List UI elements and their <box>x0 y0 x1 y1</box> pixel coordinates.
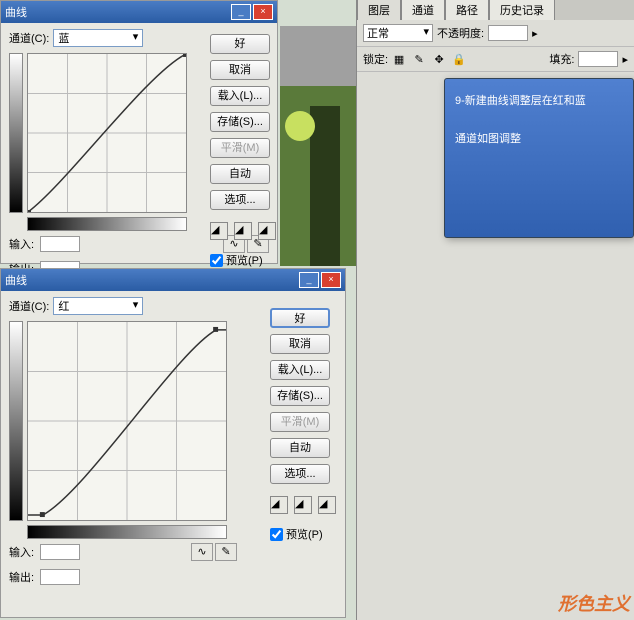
fill-label: 填充: <box>549 51 574 67</box>
tab-layers[interactable]: 图层 <box>357 0 401 20</box>
curve-canvas[interactable] <box>27 321 227 521</box>
gradient-horizontal <box>27 525 227 539</box>
lock-all-icon[interactable]: 🔒 <box>452 52 466 66</box>
lock-fill-row: 锁定: ▦ ✎ ✥ 🔒 填充: ▸ <box>357 47 634 72</box>
input-label: 输入: <box>9 236 34 252</box>
annotation-line2: 通道如图调整 <box>455 131 623 149</box>
titlebar[interactable]: 曲线 _ × <box>1 269 345 291</box>
preview-checkbox-input[interactable] <box>210 254 223 267</box>
eyedropper-white-icon[interactable]: ◢ <box>318 496 336 514</box>
save-button[interactable]: 存储(S)... <box>270 386 330 406</box>
options-button[interactable]: 选项... <box>210 190 270 210</box>
preview-checkbox[interactable]: 预览(P) <box>270 526 336 542</box>
fill-slider-icon[interactable]: ▸ <box>622 53 628 66</box>
annotation-overlay: 9-新建曲线调整层在红和蓝 通道如图调整 <box>444 78 634 238</box>
output-row: 输出: <box>1 565 345 589</box>
channel-select[interactable]: 红 ▾ <box>53 297 143 315</box>
input-field[interactable] <box>40 236 80 252</box>
blend-mode-select[interactable]: 正常 ▾ <box>363 24 433 42</box>
blend-opacity-row: 正常 ▾ 不透明度: ▸ <box>357 20 634 47</box>
input-label: 输入: <box>9 544 34 560</box>
dialog-title: 曲线 <box>5 272 27 288</box>
output-field[interactable] <box>40 569 80 585</box>
close-btn[interactable]: × <box>253 4 273 20</box>
fill-input[interactable] <box>578 51 618 67</box>
ok-button[interactable]: 好 <box>210 34 270 54</box>
ok-button[interactable]: 好 <box>270 308 330 328</box>
lock-label: 锁定: <box>363 51 388 67</box>
smooth-button: 平滑(M) <box>270 412 330 432</box>
curve-tool-buttons: ∿ ✎ <box>191 543 237 561</box>
dialog2-side-buttons: 好 取消 载入(L)... 存储(S)... 平滑(M) 自动 选项... ◢ … <box>270 308 336 542</box>
smooth-button: 平滑(M) <box>210 138 270 158</box>
minimize-btn[interactable]: _ <box>231 4 251 20</box>
panel-tabs: 图层 通道 路径 历史记录 <box>357 0 634 20</box>
auto-button[interactable]: 自动 <box>270 438 330 458</box>
channel-label: 通道(C): <box>9 30 49 46</box>
load-button[interactable]: 载入(L)... <box>210 86 270 106</box>
gradient-horizontal <box>27 217 187 231</box>
pencil-tool[interactable]: ✎ <box>215 543 237 561</box>
window-controls: _ × <box>299 272 341 288</box>
titlebar[interactable]: 曲线 _ × <box>1 1 277 23</box>
opacity-slider-icon[interactable]: ▸ <box>532 27 538 40</box>
window-controls: _ × <box>231 4 273 20</box>
opacity-label: 不透明度: <box>437 25 484 41</box>
preview-checkbox-input[interactable] <box>270 528 283 541</box>
eyedropper-black-icon[interactable]: ◢ <box>270 496 288 514</box>
eyedropper-row: ◢ ◢ ◢ <box>270 496 336 514</box>
cancel-button[interactable]: 取消 <box>270 334 330 354</box>
cancel-button[interactable]: 取消 <box>210 60 270 80</box>
tab-channels[interactable]: 通道 <box>401 0 445 20</box>
lock-position-icon[interactable]: ✥ <box>432 52 446 66</box>
gradient-vertical <box>9 53 23 213</box>
eyedropper-gray-icon[interactable]: ◢ <box>294 496 312 514</box>
channel-label: 通道(C): <box>9 298 49 314</box>
preview-checkbox[interactable]: 预览(P) <box>210 252 276 268</box>
dialog-title: 曲线 <box>5 4 27 20</box>
tab-paths[interactable]: 路径 <box>445 0 489 20</box>
watermark-main: 形色主义 <box>558 590 630 616</box>
options-button[interactable]: 选项... <box>270 464 330 484</box>
save-button[interactable]: 存储(S)... <box>210 112 270 132</box>
channel-select[interactable]: 蓝 ▾ <box>53 29 143 47</box>
input-field[interactable] <box>40 544 80 560</box>
eyedropper-gray-icon[interactable]: ◢ <box>234 222 252 240</box>
lock-image-icon[interactable]: ✎ <box>412 52 426 66</box>
auto-button[interactable]: 自动 <box>210 164 270 184</box>
document-preview <box>280 26 356 266</box>
curve-canvas[interactable] <box>27 53 187 213</box>
lock-icons: ▦ ✎ ✥ 🔒 <box>392 52 466 66</box>
dialog1-side-buttons: 好 取消 载入(L)... 存储(S)... 平滑(M) 自动 选项... ◢ … <box>210 34 276 268</box>
output-label: 输出: <box>9 569 34 585</box>
gradient-vertical <box>9 321 23 521</box>
tab-history[interactable]: 历史记录 <box>489 0 555 20</box>
curve-svg <box>28 54 186 212</box>
point-tool[interactable]: ∿ <box>191 543 213 561</box>
opacity-input[interactable] <box>488 25 528 41</box>
lock-transparency-icon[interactable]: ▦ <box>392 52 406 66</box>
load-button[interactable]: 载入(L)... <box>270 360 330 380</box>
minimize-btn[interactable]: _ <box>299 272 319 288</box>
annotation-line1: 9-新建曲线调整层在红和蓝 <box>455 93 623 111</box>
input-row: 输入: ∿ ✎ <box>1 539 345 565</box>
curve-svg <box>28 322 226 520</box>
eyedropper-black-icon[interactable]: ◢ <box>210 222 228 240</box>
close-btn[interactable]: × <box>321 272 341 288</box>
eyedropper-white-icon[interactable]: ◢ <box>258 222 276 240</box>
eyedropper-row: ◢ ◢ ◢ <box>210 222 276 240</box>
